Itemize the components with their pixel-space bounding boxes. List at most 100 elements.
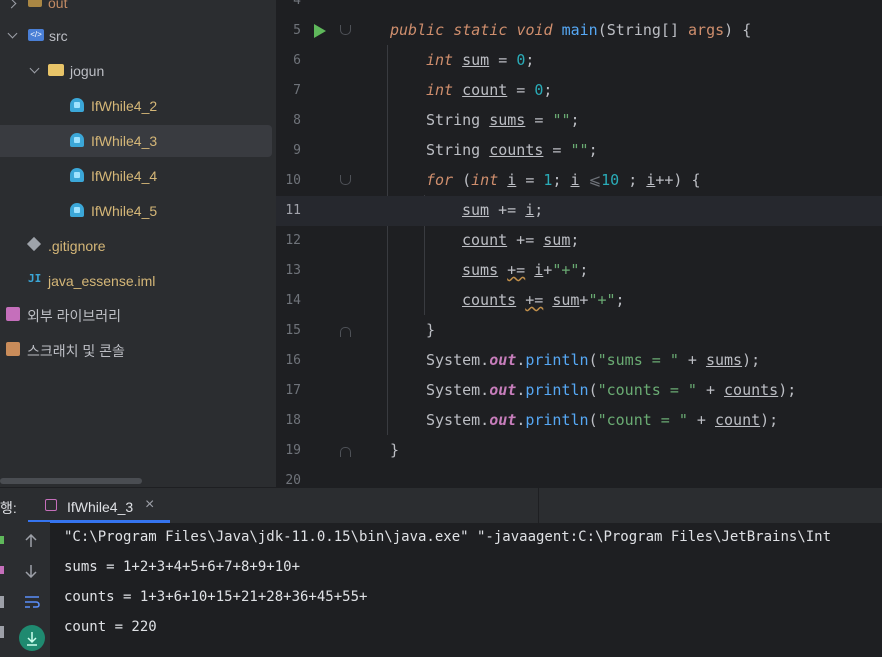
scroll-down-icon[interactable]	[25, 564, 37, 579]
line-number: 17	[285, 383, 301, 398]
line-number: 13	[285, 263, 301, 278]
tree-item-gitignore[interactable]: .gitignore	[0, 230, 272, 262]
code-text: }	[390, 441, 400, 459]
settings-icon[interactable]	[0, 596, 4, 608]
chevron-down-icon[interactable]	[30, 65, 40, 75]
scroll-up-icon[interactable]	[25, 533, 37, 548]
console-output-line: count = 220	[64, 619, 157, 635]
code-line: 14 counts += sum+"+";	[276, 286, 882, 316]
code-line: 4	[276, 0, 882, 16]
code-text: System.out.println("counts = " + counts)…	[426, 381, 797, 399]
tree-item-label: IfWhile4_5	[91, 203, 158, 219]
code-text: counts += sum+"+";	[462, 291, 625, 309]
code-editor[interactable]: 4 5 public static void main(String[] arg…	[276, 0, 882, 487]
tree-item-out[interactable]: out	[0, 0, 272, 20]
run-panel: 행: IfWhile4_3 × "C:\Program Files\Java\j…	[0, 487, 882, 657]
scratch-icon	[6, 342, 20, 356]
code-line: 5 public static void main(String[] args)…	[276, 16, 882, 46]
tree-item-label: 스크래치 및 콘솔	[27, 343, 125, 359]
code-text: count += sum;	[462, 231, 580, 249]
code-text: System.out.println("sums = " + sums);	[426, 351, 761, 369]
horizontal-scrollbar[interactable]	[0, 478, 142, 484]
tree-item-label: .gitignore	[48, 238, 106, 254]
run-tab-bar: 행: IfWhile4_3 ×	[0, 487, 882, 523]
code-text: int count = 0;	[426, 81, 553, 99]
tree-item-label: IfWhile4_2	[91, 98, 158, 114]
tree-item-ifwhile4-2[interactable]: IfWhile4_2	[0, 90, 272, 122]
iml-icon: JI	[28, 272, 42, 285]
tree-item-label: out	[48, 0, 68, 11]
console-output-line: counts = 1+3+6+10+15+21+28+36+45+55+	[64, 589, 368, 605]
run-tab-label: IfWhile4_3	[67, 499, 134, 515]
fold-icon[interactable]	[340, 325, 351, 337]
java-class-icon	[70, 168, 84, 182]
line-number: 19	[285, 443, 301, 458]
code-text: public static void main(String[] args) {	[390, 21, 752, 39]
chevron-down-icon[interactable]	[8, 30, 18, 40]
code-text: int sum = 0;	[426, 51, 535, 69]
line-number: 9	[293, 143, 301, 158]
line-number: 12	[285, 233, 301, 248]
code-line: 20	[276, 466, 882, 487]
line-number: 10	[285, 173, 301, 188]
tree-item-ifwhile4-3[interactable]: IfWhile4_3	[0, 125, 272, 157]
code-line-current: 11 sum += i;	[276, 196, 882, 226]
code-text: }	[426, 321, 436, 339]
tree-item-iml[interactable]: JI java_essense.iml	[0, 265, 272, 297]
console-output-line: sums = 1+2+3+4+5+6+7+8+9+10+	[64, 559, 301, 575]
tree-item-external-libraries[interactable]: 외부 라이브러리	[0, 299, 272, 331]
line-number: 15	[285, 323, 301, 338]
java-class-icon	[70, 203, 84, 217]
code-line: 8 String sums = "";	[276, 106, 882, 136]
line-number: 18	[285, 413, 301, 428]
console-output-line: "C:\Program Files\Java\jdk-11.0.15\bin\j…	[64, 529, 832, 545]
divider	[538, 488, 539, 523]
tree-item-label: 외부 라이브러리	[27, 308, 122, 324]
code-line: 9 String counts = "";	[276, 136, 882, 166]
tree-item-ifwhile4-4[interactable]: IfWhile4_4	[0, 160, 272, 192]
code-line: 13 sums += i+"+";	[276, 256, 882, 286]
tree-item-src[interactable]: </> src	[0, 20, 272, 52]
pin-icon[interactable]	[0, 626, 4, 638]
run-tab[interactable]: IfWhile4_3 ×	[28, 488, 170, 523]
close-icon[interactable]: ×	[145, 496, 154, 514]
code-line: 7 int count = 0;	[276, 76, 882, 106]
project-tree: out </> src jogun IfWhile4_2 IfWhile4_3 …	[0, 0, 276, 487]
fold-icon[interactable]	[340, 445, 351, 457]
java-class-icon	[70, 133, 84, 147]
run-gutter-icon[interactable]	[314, 24, 326, 38]
tree-item-label: IfWhile4_4	[91, 168, 158, 184]
code-text: sum += i;	[462, 201, 544, 219]
soft-wrap-icon[interactable]	[24, 595, 40, 609]
code-text: System.out.println("count = " + count);	[426, 411, 779, 429]
git-icon	[26, 236, 42, 252]
tree-item-ifwhile4-5[interactable]: IfWhile4_5	[0, 195, 272, 227]
run-toolbar	[0, 522, 50, 657]
code-line: 15 }	[276, 316, 882, 346]
folder-icon	[28, 0, 42, 7]
line-number: 16	[285, 353, 301, 368]
line-number: 5	[293, 23, 301, 38]
code-line: 10 for (int i = 1; i ⩽10 ; i++) {	[276, 166, 882, 196]
fold-icon[interactable]	[340, 175, 351, 187]
code-line: 19 }	[276, 436, 882, 466]
code-text: String counts = "";	[426, 141, 598, 159]
scroll-to-end-icon[interactable]	[19, 625, 45, 651]
rerun-icon[interactable]	[0, 536, 4, 544]
stop-icon[interactable]	[0, 566, 4, 574]
tree-item-label: src	[49, 28, 68, 44]
tree-item-scratches[interactable]: 스크래치 및 콘솔	[0, 334, 272, 366]
run-config-icon	[45, 499, 57, 511]
code-text: for (int i = 1; i ⩽10 ; i++) {	[426, 171, 701, 189]
library-icon	[6, 307, 20, 321]
source-folder-icon: </>	[28, 29, 44, 41]
tree-item-label: jogun	[70, 63, 105, 79]
fold-icon[interactable]	[340, 25, 351, 37]
chevron-right-icon[interactable]	[8, 0, 18, 8]
code-line: 6 int sum = 0;	[276, 46, 882, 76]
tree-item-jogun[interactable]: jogun	[0, 55, 272, 87]
line-number: 14	[285, 293, 301, 308]
tree-item-label: IfWhile4_3	[91, 133, 158, 149]
tree-item-label: java_essense.iml	[48, 273, 156, 289]
code-line: 12 count += sum;	[276, 226, 882, 256]
